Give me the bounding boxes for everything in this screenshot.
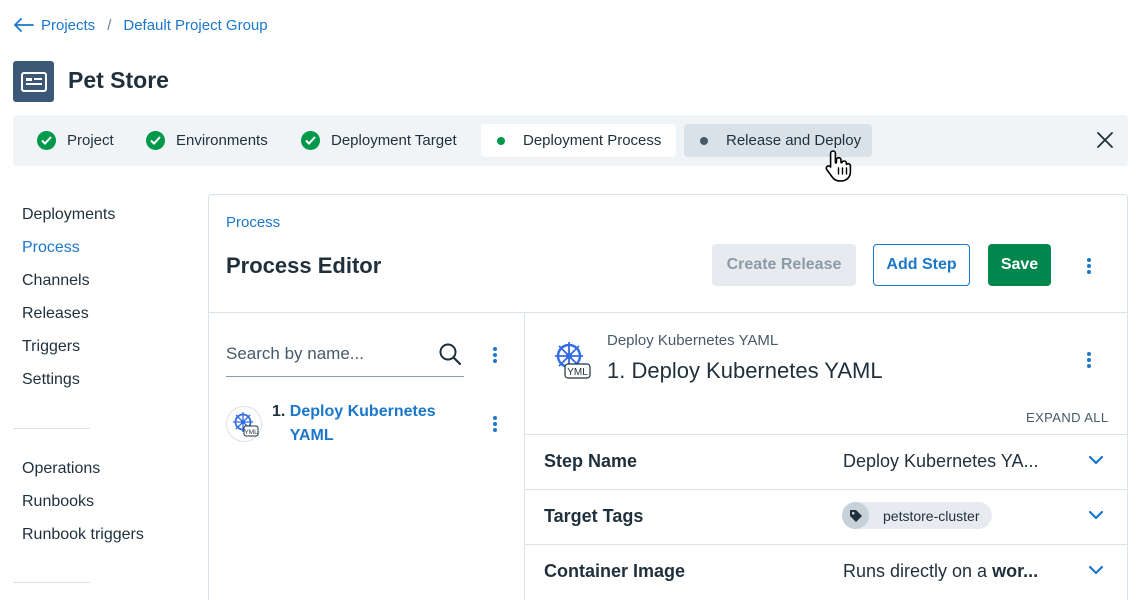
onboarding-step-label: Deployment Process	[523, 132, 662, 149]
chevron-down-icon[interactable]	[1088, 455, 1104, 465]
sidebar-item-runbooks[interactable]: Runbooks	[22, 493, 94, 511]
step-name-link[interactable]: Deploy Kubernetes YAML	[290, 400, 450, 448]
chevron-down-icon[interactable]	[1088, 565, 1104, 575]
sidebar-item-process[interactable]: Process	[22, 239, 80, 257]
sidebar-item-operations[interactable]: Operations	[22, 460, 100, 478]
target-tags-label[interactable]: Target Tags	[544, 506, 643, 527]
check-circle-icon	[37, 131, 56, 150]
divider	[525, 489, 1127, 490]
onboarding-steps-bar: Project Environments Deployment Target D…	[13, 115, 1128, 166]
arrow-left-icon[interactable]	[14, 18, 34, 32]
step-title: 1. Deploy Kubernetes YAML	[607, 358, 883, 383]
add-step-button[interactable]: Add Step	[873, 244, 970, 286]
step-name-label[interactable]: Step Name	[544, 451, 637, 472]
project-title: Pet Store	[68, 67, 169, 93]
sidebar-item-triggers[interactable]: Triggers	[22, 338, 80, 356]
sidebar-divider	[13, 582, 90, 583]
breadcrumb: Projects / Default Project Group	[14, 14, 268, 36]
onboarding-step-label: Environments	[176, 132, 268, 149]
check-circle-icon	[301, 131, 320, 150]
close-icon[interactable]	[1096, 131, 1114, 149]
save-button[interactable]: Save	[988, 244, 1051, 286]
sidebar-item-runbook-triggers[interactable]: Runbook triggers	[22, 526, 144, 544]
overflow-menu-icon[interactable]	[1087, 258, 1091, 276]
container-image-label[interactable]: Container Image	[544, 561, 685, 582]
yml-badge-label: YML	[567, 367, 588, 378]
kubernetes-yaml-icon: YML	[226, 406, 262, 442]
target-tag-label: petstore-cluster	[883, 507, 980, 524]
sidebar-item-settings[interactable]: Settings	[22, 371, 80, 389]
status-dot-icon	[497, 136, 505, 145]
search-input[interactable]	[226, 338, 436, 370]
breadcrumb-projects-link[interactable]: Projects	[41, 17, 95, 34]
hand-pointer-cursor-icon	[824, 148, 856, 184]
sidebar-item-deployments[interactable]: Deployments	[22, 206, 115, 224]
onboarding-step-deployment-process[interactable]: Deployment Process	[481, 124, 676, 157]
list-item[interactable]: 1. Deploy Kubernetes YAML	[272, 400, 462, 448]
project-card-icon	[20, 71, 47, 92]
breadcrumb-separator: /	[107, 16, 112, 34]
onboarding-step-deployment-target[interactable]: Deployment Target	[301, 124, 457, 157]
expand-all-button[interactable]: EXPAND ALL	[1026, 410, 1109, 425]
step-overflow-menu-icon[interactable]	[493, 416, 497, 434]
container-image-value-bold: wor...	[992, 561, 1039, 581]
status-dot-icon	[700, 136, 708, 145]
onboarding-step-label: Release and Deploy	[726, 132, 862, 149]
breadcrumb-group-link[interactable]: Default Project Group	[123, 17, 267, 34]
tag-icon	[842, 502, 869, 529]
yml-badge-label: YML	[244, 429, 258, 436]
onboarding-step-environments[interactable]: Environments	[146, 124, 268, 157]
search-underline	[226, 376, 464, 377]
chevron-down-icon[interactable]	[1088, 510, 1104, 520]
divider	[525, 544, 1127, 545]
container-image-value-prefix: Runs directly on a	[843, 561, 993, 581]
onboarding-step-label: Deployment Target	[331, 132, 457, 149]
process-breadcrumb-link[interactable]: Process	[226, 214, 280, 231]
step-name-value: Deploy Kubernetes YA...	[843, 451, 1039, 471]
container-image-value: Runs directly on a wor...	[843, 561, 1038, 582]
search-icon[interactable]	[438, 342, 462, 366]
sidebar-divider	[13, 428, 90, 429]
step-template-name: Deploy Kubernetes YAML	[607, 332, 779, 349]
check-circle-icon	[146, 131, 165, 150]
onboarding-step-label: Project	[67, 132, 114, 149]
list-overflow-menu-icon[interactable]	[493, 347, 497, 365]
create-release-button[interactable]: Create Release	[712, 244, 856, 286]
sidebar-item-channels[interactable]: Channels	[22, 272, 90, 290]
kubernetes-yaml-icon: YML	[548, 338, 592, 382]
onboarding-step-project[interactable]: Project	[37, 124, 114, 157]
divider	[209, 312, 1127, 313]
target-tag-chip: petstore-cluster	[842, 502, 993, 529]
divider	[525, 434, 1127, 435]
step-detail-overflow-menu-icon[interactable]	[1087, 352, 1091, 370]
divider	[524, 313, 525, 600]
sidebar-item-releases[interactable]: Releases	[22, 305, 89, 323]
project-logo	[13, 61, 54, 102]
page-title: Process Editor	[226, 253, 382, 278]
step-number: 1.	[272, 403, 286, 420]
